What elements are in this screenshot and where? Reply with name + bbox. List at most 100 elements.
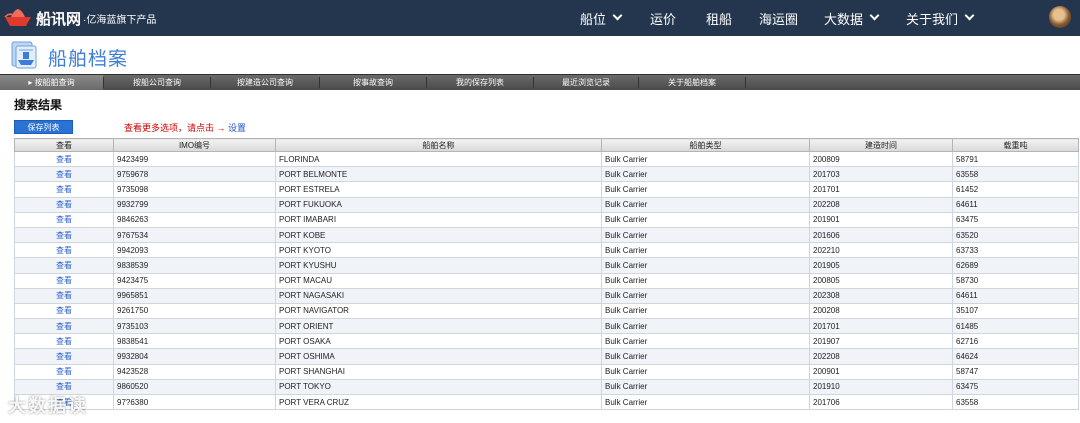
built-cell: 202308 [809,287,953,304]
ship-type-cell: Bulk Carrier [601,211,810,228]
table-row: 查看 9932804 PORT OSHIMA Bulk Carrier 202208 64… [14,348,1079,365]
tab-divider [745,77,746,88]
view-link[interactable]: 查看 [14,287,114,304]
ship-name-cell: PORT NAGASAKI [275,287,602,304]
ship-type-cell: Bulk Carrier [601,302,810,320]
column-header-view[interactable]: 查看 [14,138,114,152]
nav-about-us[interactable]: 关于我们 [906,0,975,36]
tab-label: 按事故查询 [353,78,393,87]
tab-by-builder[interactable]: 按建造公司查询 [211,75,319,90]
view-link[interactable]: 查看 [14,181,114,198]
imo-cell: 9942093 [113,242,276,259]
built-cell: 201905 [809,257,953,274]
imo-cell: 9759678 [113,166,276,183]
nav-label: 海运圈 [759,11,799,27]
built-cell: 201701 [809,181,953,198]
nav-label: 运价 [650,11,677,27]
ship-name-cell: PORT ORIENT [275,318,602,335]
ship-type-cell: Bulk Carrier [601,393,810,411]
nav-label: 大数据 [824,11,864,27]
imo-cell: 9932804 [113,348,276,365]
watermark: 大数据读 [8,396,88,416]
built-cell: 202208 [809,348,953,365]
built-cell: 200805 [809,272,953,289]
nav-ship-position[interactable]: 船位 [580,0,623,36]
dwt-cell: 64624 [952,348,1079,365]
results-table: 查看 IMO编号 船舶名称 船舶类型 建造时间 载重吨 查看 9423499 FLO… [14,138,1079,411]
save-list-button[interactable]: 保存列表 [14,120,73,134]
view-link[interactable]: 查看 [14,348,114,365]
view-link[interactable]: 查看 [14,166,114,183]
dwt-cell: 63475 [952,378,1079,396]
tab-by-accident[interactable]: 按事故查询 [320,75,426,90]
imo-cell: 9846263 [113,211,276,228]
tab-by-company[interactable]: 按船公司查询 [104,75,210,90]
dwt-cell: 63520 [952,226,1079,244]
view-link[interactable]: 查看 [14,363,114,380]
ship-name-cell: PORT TOKYO [275,378,602,396]
view-link[interactable]: 查看 [14,226,114,244]
page-title: 船舶档案 [48,49,129,70]
view-link[interactable]: 查看 [14,211,114,228]
built-cell: 201910 [809,378,953,396]
chevron-down-icon [612,10,623,20]
tab-recent-views[interactable]: 最近浏览记录 [534,75,638,90]
dwt-cell: 63733 [952,242,1079,259]
view-link[interactable]: 查看 [14,302,114,320]
table-row: 查看 9932799 PORT FUKUOKA Bulk Carrier 202208 6… [14,196,1079,213]
nav-label: 船位 [580,11,607,27]
view-link[interactable]: 查看 [14,272,114,289]
ship-name-cell: PORT ESTRELA [275,181,602,198]
column-header-imo[interactable]: IMO编号 [113,138,276,152]
table-row: 查看 9860520 PORT TOKYO Bulk Carrier 201910 634… [14,378,1079,396]
nav-big-data[interactable]: 大数据 [824,0,880,36]
table-header-row: 查看 IMO编号 船舶名称 船舶类型 建造时间 载重吨 [14,138,1079,152]
imo-cell: 9767534 [113,226,276,244]
imo-cell: 9860520 [113,378,276,396]
view-link[interactable]: 查看 [14,257,114,274]
tab-label: 按船公司查询 [133,78,181,87]
ship-name-cell: PORT SHANGHAI [275,363,602,380]
table-row: 查看 9846263 PORT IMABARI Bulk Carrier 201901 6… [14,211,1079,228]
built-cell: 200809 [809,150,953,168]
dwt-cell: 63558 [952,166,1079,183]
column-header-built[interactable]: 建造时间 [809,138,953,152]
nav-shipping-circle[interactable]: 海运圈 [759,0,798,36]
column-header-name[interactable]: 船舶名称 [275,138,602,152]
ship-name-cell: FLORINDA [275,150,602,168]
brand[interactable]: 船讯网 ·亿海蓝旗下产品 [4,7,156,29]
ship-type-cell: Bulk Carrier [601,348,810,365]
table-row: 查看 9965851 PORT NAGASAKI Bulk Carrier 202308… [14,287,1079,304]
tab-label: 按船舶查询 [34,78,75,87]
dwt-cell: 62716 [952,333,1079,350]
ship-type-cell: Bulk Carrier [601,378,810,396]
settings-link[interactable]: 设置 [228,123,246,133]
view-link[interactable]: 查看 [14,333,114,350]
chevron-down-icon [964,10,975,20]
built-cell: 200901 [809,363,953,380]
tab-about-archive[interactable]: 关于船舶档案 [639,75,745,90]
view-link[interactable]: 查看 [14,196,114,213]
table-row: 查看 9838539 PORT KYUSHU Bulk Carrier 201905 62… [14,257,1079,274]
nav-chartering[interactable]: 租船 [706,0,732,36]
column-header-dwt[interactable]: 载重吨 [952,138,1079,152]
ship-type-cell: Bulk Carrier [601,150,810,168]
table-row: 查看 9759678 PORT BELMONTE Bulk Carrier 201703… [14,166,1079,183]
column-header-type[interactable]: 船舶类型 [601,138,810,152]
ship-name-cell: PORT OSAKA [275,333,602,350]
avatar[interactable] [1049,6,1071,28]
view-link[interactable]: 查看 [14,242,114,259]
ship-name-cell: PORT KYOTO [275,242,602,259]
ship-name-cell: PORT IMABARI [275,211,602,228]
ship-type-cell: Bulk Carrier [601,272,810,289]
table-row: 查看 97?6380 PORT VERA CRUZ Bulk Carrier 20170… [14,393,1079,411]
nav-freight[interactable]: 运价 [650,0,676,36]
tab-saved-list[interactable]: 我的保存列表 [427,75,533,90]
tab-label: 最近浏览记录 [562,78,610,87]
table-row: 查看 9735098 PORT ESTRELA Bulk Carrier 201701 6… [14,181,1079,198]
ship-name-cell: PORT OSHIMA [275,348,602,365]
built-cell: 201703 [809,166,953,183]
view-link[interactable]: 查看 [14,318,114,335]
view-link[interactable]: 查看 [14,150,114,168]
tab-by-ship[interactable]: ▸ 按船舶查询 [0,75,103,90]
